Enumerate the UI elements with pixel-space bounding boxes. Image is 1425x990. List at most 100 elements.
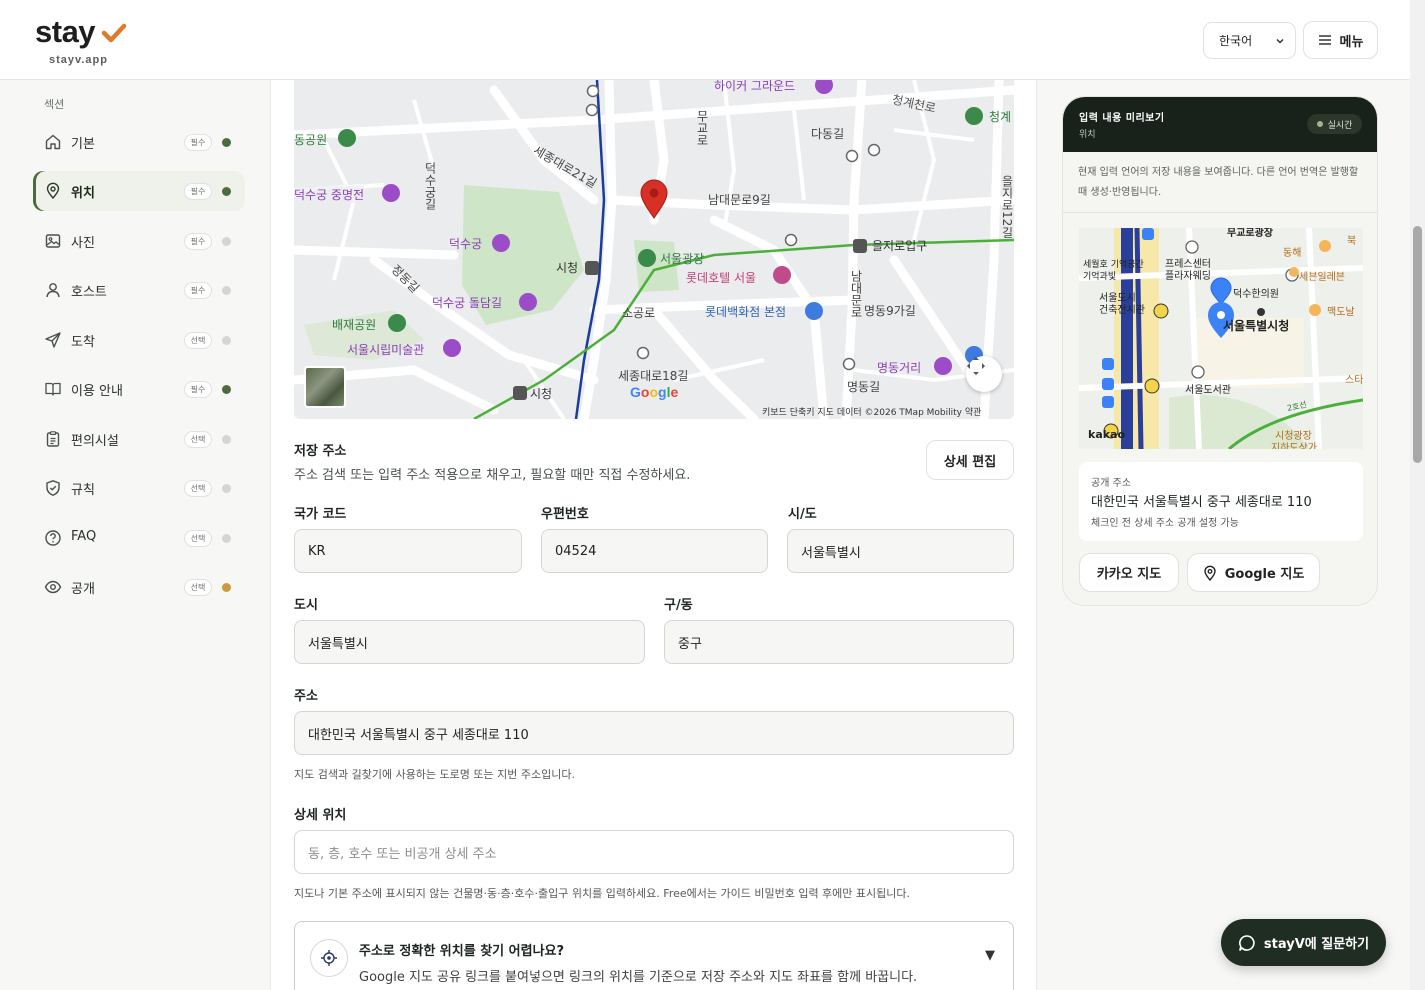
map-label: 시청 (530, 387, 553, 401)
kakao-map-button[interactable]: 카카오 지도 (1079, 553, 1179, 592)
sidebar-item-location[interactable]: 위치 필수 (33, 171, 245, 211)
sidebar-item-label: 위치 (71, 186, 95, 201)
book-open-icon (45, 382, 61, 396)
sidebar-item-photos[interactable]: 사진 필수 (33, 221, 245, 261)
address-input[interactable]: 대한민국 서울특별시 중구 세종대로 110 (294, 711, 1014, 755)
public-address-value: 대한민국 서울특별시 중구 세종대로 110 (1091, 495, 1312, 510)
map-label: 남대문로9길 (708, 193, 771, 207)
accordion-title: 주소로 정확한 위치를 찾기 어렵나요? (359, 944, 565, 959)
city-label: 도시 (294, 598, 318, 613)
logo[interactable]: stay stayv.app (35, 14, 127, 66)
sidebar-item-rules[interactable]: 규칙 선택 (33, 468, 245, 508)
sidebar-item-arrival[interactable]: 도착 선택 (33, 320, 245, 360)
eye-icon (44, 580, 62, 594)
locate-icon (310, 939, 348, 977)
country-code-input[interactable]: KR (294, 529, 522, 573)
map-label: 남대문로 (849, 270, 863, 318)
sidebar-item-guide[interactable]: 이용 안내 필수 (33, 369, 245, 409)
map-label: 명동길 (847, 380, 881, 394)
google-link-accordion[interactable]: 주소로 정확한 위치를 찾기 어렵나요? Google 지도 공유 링크를 붙여… (294, 921, 1014, 990)
map-label: 청계 (989, 110, 1012, 124)
map-label: 시청 (556, 261, 579, 275)
map-label: 덕수궁 (449, 237, 483, 251)
fullscreen-icon (967, 357, 985, 375)
status-dot (222, 385, 231, 394)
menu-button[interactable]: 메뉴 (1303, 21, 1378, 59)
preview-header: 입력 내용 미리보기 위치 실시간 (1063, 97, 1377, 152)
language-value: 한국어 (1219, 34, 1253, 48)
detail-edit-button[interactable]: 상세 편집 (926, 440, 1014, 480)
triangle-down-icon: ▼ (985, 948, 995, 963)
map-label: 덕수한의원 (1233, 289, 1279, 300)
fullscreen-button[interactable] (966, 356, 1002, 392)
sidebar-item-host[interactable]: 호스트 필수 (33, 270, 245, 310)
sidebar-item-publish[interactable]: 공개 선택 (33, 567, 245, 607)
map-label: 서울도서관 (1185, 385, 1231, 396)
status-dot (222, 187, 231, 196)
map-label: 무교로 (695, 110, 709, 146)
map-label: 스타 (1345, 375, 1363, 386)
scrollbar-thumb[interactable] (1413, 226, 1422, 463)
chat-bubble-icon (1238, 934, 1255, 951)
optional-badge: 선택 (184, 480, 212, 497)
google-map[interactable]: 하이커 그라운드 청계천로 청계 동공원 다동길 무교로 세종대로21길 덕수궁… (294, 80, 1014, 419)
sidebar-item-label: FAQ (71, 529, 97, 544)
checkmark-icon (101, 23, 127, 43)
city-input[interactable]: 서울특별시 (294, 620, 645, 664)
menu-label: 메뉴 (1339, 34, 1364, 50)
map-label: 플라자웨딩 (1165, 271, 1211, 282)
chat-button[interactable]: stayV에 질문하기 (1221, 919, 1386, 966)
optional-badge: 선택 (184, 332, 212, 349)
map-label: 북 (1347, 236, 1357, 247)
map-label: 덕수궁 돌담길 (432, 296, 503, 310)
satellite-toggle[interactable] (304, 366, 346, 408)
map-label: 동공원 (294, 133, 328, 147)
status-dot (222, 534, 231, 543)
map-label: 명동거리 (877, 361, 922, 375)
district-label: 구/동 (664, 598, 693, 613)
chat-button-label: stayV에 질문하기 (1263, 937, 1370, 952)
section-label: 섹션 (44, 98, 65, 111)
sidebar-item-faq[interactable]: FAQ 선택 (33, 518, 245, 558)
state-input[interactable]: 서울특별시 (787, 529, 1014, 573)
kakao-map[interactable]: 무교로광장 동해 북 세월호 기억공간 기억과빛 프레스센터 플라자웨딩 세븐일… (1079, 228, 1363, 449)
logo-text: stay (35, 14, 96, 49)
scrollbar[interactable] (1410, 0, 1425, 990)
map-pin-icon (46, 182, 60, 200)
postal-code-input[interactable]: 04524 (541, 529, 768, 573)
divider (1063, 212, 1377, 213)
map-label: 동해 (1283, 248, 1302, 259)
preview-card: 입력 내용 미리보기 위치 실시간 현재 입력 언어의 저장 내용을 보여줍니다… (1062, 96, 1378, 606)
optional-badge: 선택 (184, 530, 212, 547)
google-map-label: Google 지도 (1224, 567, 1305, 582)
send-icon (45, 332, 61, 348)
detail-location-input[interactable]: 동, 층, 호수 또는 비공개 상세 주소 (294, 830, 1014, 874)
user-icon (46, 283, 60, 298)
map-label: 덕수궁길 (423, 162, 437, 210)
map-attribution[interactable]: 키보드 단축키 지도 데이터 ©2026 TMap Mobility 약관 (762, 405, 981, 418)
district-input[interactable]: 중구 (664, 620, 1014, 664)
home-icon (45, 134, 61, 150)
map-label: 세종대로18길 (618, 369, 689, 383)
sidebar-item-amenities[interactable]: 편의시설 선택 (33, 419, 245, 459)
map-label: 무교로광장 (1227, 228, 1273, 239)
map-label: 을지로입구 (872, 239, 928, 253)
language-select[interactable]: 한국어 (1203, 22, 1296, 59)
postal-code-label: 우편번호 (541, 507, 589, 522)
country-code-label: 국가 코드 (294, 507, 347, 522)
chevron-down-icon (1276, 38, 1284, 44)
preview-title: 입력 내용 미리보기 (1079, 113, 1165, 124)
postal-code-value: 04524 (555, 543, 597, 559)
optional-badge: 선택 (184, 579, 212, 596)
status-dot (222, 435, 231, 444)
saved-address-help: 주소 검색 또는 입력 주소 적용으로 채우고, 필요할 때만 직접 수정하세요… (294, 468, 691, 483)
map-label: 롯데호텔 서울 (686, 271, 757, 285)
sidebar-item-basic[interactable]: 기본 필수 (33, 122, 245, 162)
google-map-button[interactable]: Google 지도 (1187, 553, 1320, 592)
help-circle-icon (45, 530, 61, 546)
map-label: 롯데백화점 본점 (705, 305, 787, 319)
public-address-label: 공개 주소 (1091, 478, 1131, 489)
sidebar-item-label: 기본 (71, 137, 95, 152)
preview-subtitle: 위치 (1079, 130, 1096, 140)
required-badge: 필수 (184, 183, 212, 200)
